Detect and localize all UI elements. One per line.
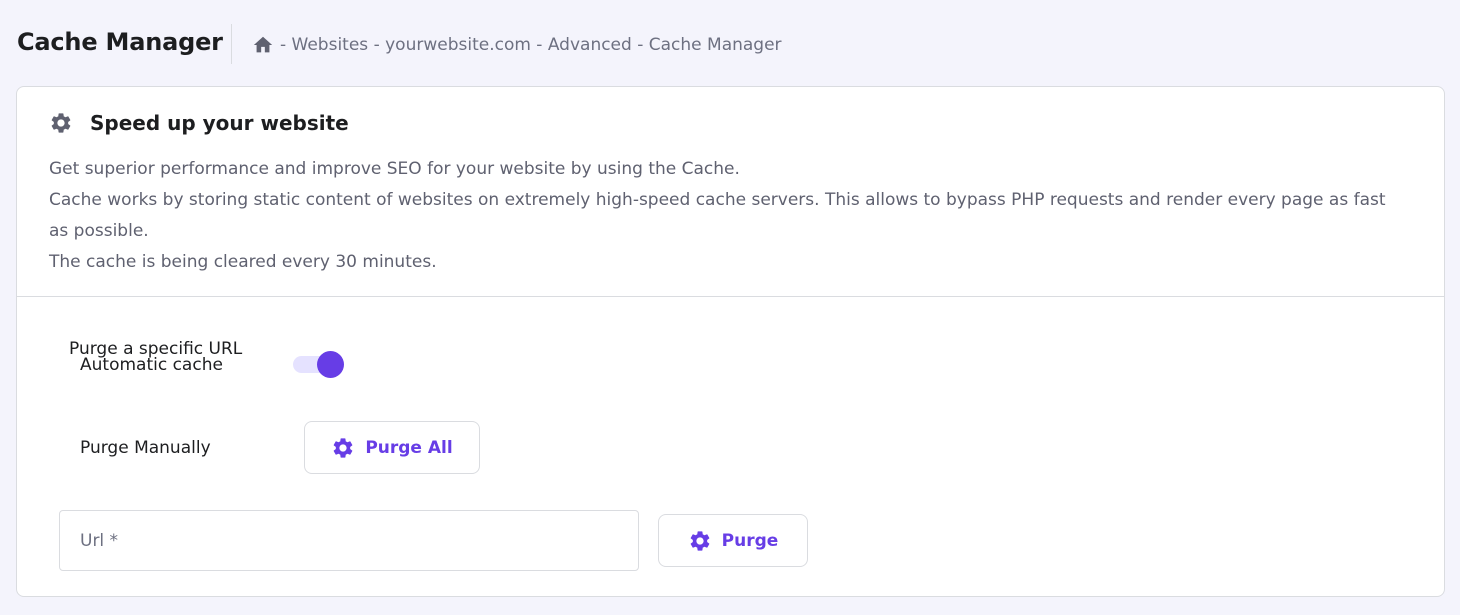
purge-label: Purge <box>721 530 779 551</box>
header-divider <box>231 24 232 64</box>
purge-all-button[interactable]: Purge All <box>304 421 480 474</box>
description-line: Get superior performance and improve SEO… <box>49 159 740 179</box>
purge-button[interactable]: Purge <box>658 514 808 567</box>
automatic-cache-toggle[interactable] <box>293 349 345 379</box>
breadcrumb-path: - Websites - yourwebsite.com - Advanced … <box>280 35 782 55</box>
url-input[interactable] <box>59 510 639 571</box>
gear-icon <box>331 436 355 460</box>
home-icon[interactable] <box>252 34 274 56</box>
purge-all-label: Purge All <box>365 437 453 458</box>
breadcrumb: - Websites - yourwebsite.com - Advanced … <box>252 33 782 57</box>
page-title: Cache Manager <box>17 28 223 56</box>
gear-icon <box>49 111 73 135</box>
gear-icon <box>688 529 712 553</box>
description-line: Cache works by storing static content of… <box>49 190 1386 241</box>
card-divider <box>17 296 1444 297</box>
card-title: Speed up your website <box>90 111 349 135</box>
purge-manually-label: Purge Manually <box>80 438 211 458</box>
cache-card: Speed up your website Get superior perfo… <box>16 86 1445 597</box>
page-header: Cache Manager - Websites - yourwebsite.c… <box>0 0 1460 88</box>
description-line: The cache is being cleared every 30 minu… <box>49 252 437 272</box>
toggle-knob <box>317 351 344 378</box>
card-description: Get superior performance and improve SEO… <box>49 154 1409 278</box>
automatic-cache-label: Automatic cache <box>80 355 223 375</box>
